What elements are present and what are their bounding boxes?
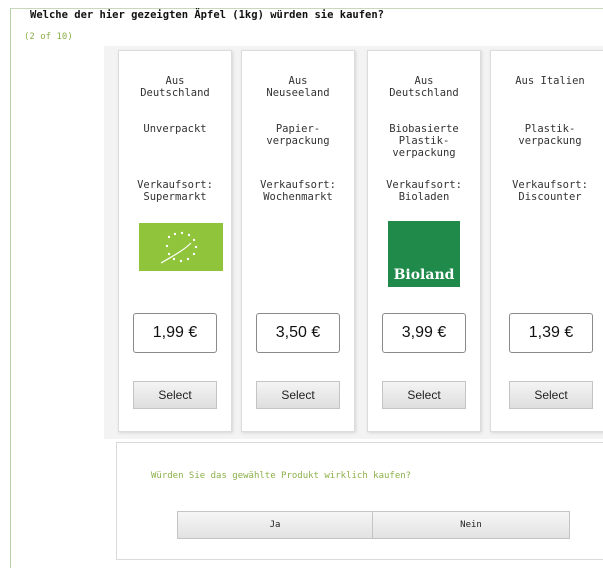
price-box: 3,50 €: [256, 313, 340, 353]
select-button[interactable]: Select: [382, 381, 466, 409]
origin-line: Aus: [414, 75, 434, 87]
location-text: Verkaufsort: Supermarkt: [119, 179, 231, 203]
location-text: Verkaufsort: Discounter: [491, 179, 603, 203]
origin-line: Aus: [165, 75, 185, 87]
product-cards-area: Aus Deutschland Unverpackt Verkaufsort: …: [104, 46, 603, 439]
select-button[interactable]: Select: [256, 381, 340, 409]
location-line: Wochenmarkt: [263, 191, 333, 203]
price-box: 1,99 €: [133, 313, 217, 353]
followup-panel: Würden Sie das gewählte Produkt wirklich…: [116, 442, 603, 560]
origin-text: Aus Italien: [491, 75, 603, 87]
location-line: Verkaufsort:: [512, 179, 588, 191]
price-box: 3,99 €: [382, 313, 466, 353]
location-line: Verkaufsort:: [260, 179, 336, 191]
location-line: Verkaufsort:: [386, 179, 462, 191]
packaging-line: verpackung: [392, 147, 456, 159]
packaging-line: Papier-: [275, 123, 321, 135]
product-card-4: Aus Italien Plastik- verpackung Verkaufs…: [490, 50, 603, 432]
location-text: Verkaufsort: Bioladen: [368, 179, 480, 203]
location-text: Verkaufsort: Wochenmarkt: [242, 179, 354, 203]
packaging-line: Plastik-: [524, 123, 576, 135]
no-button[interactable]: Nein: [372, 511, 570, 539]
location-line: Verkaufsort:: [137, 179, 213, 191]
product-card-3: Aus Deutschland Biobasierte Plastik- ver…: [367, 50, 481, 432]
origin-text: Aus Deutschland: [119, 75, 231, 99]
eu-organic-leaf-logo: [139, 223, 223, 271]
product-card-1: Aus Deutschland Unverpackt Verkaufsort: …: [118, 50, 232, 432]
packaging-line: Unverpackt: [143, 123, 207, 135]
bioland-logo-text: Bioland: [393, 267, 455, 283]
origin-line: Deutschland: [389, 87, 459, 99]
origin-text: Aus Deutschland: [368, 75, 480, 99]
origin-text: Aus Neuseeland: [242, 75, 354, 99]
followup-question: Würden Sie das gewählte Produkt wirklich…: [151, 471, 412, 481]
packaging-text: Papier- verpackung: [242, 123, 354, 147]
packaging-text: Plastik- verpackung: [491, 123, 603, 147]
packaging-line: Biobasierte: [389, 123, 459, 135]
location-line: Bioladen: [398, 191, 450, 203]
origin-line: Aus: [288, 75, 308, 87]
packaging-line: Plastik-: [398, 135, 450, 147]
bioland-logo: Bioland: [388, 221, 460, 287]
packaging-text: Unverpackt: [119, 123, 231, 135]
packaging-line: verpackung: [518, 135, 582, 147]
select-button[interactable]: Select: [133, 381, 217, 409]
packaging-line: verpackung: [266, 135, 330, 147]
origin-line: Aus Italien: [515, 75, 585, 87]
origin-line: Deutschland: [140, 87, 210, 99]
packaging-text: Biobasierte Plastik- verpackung: [368, 123, 480, 159]
price-box: 1,39 €: [509, 313, 593, 353]
question-title: Welche der hier gezeigten Äpfel (1kg) wü…: [30, 9, 385, 21]
location-line: Supermarkt: [143, 191, 207, 203]
progress-indicator: (2 of 10): [24, 32, 73, 42]
origin-line: Neuseeland: [266, 87, 330, 99]
product-card-2: Aus Neuseeland Papier- verpackung Verkau…: [241, 50, 355, 432]
yes-button[interactable]: Ja: [177, 511, 373, 539]
select-button[interactable]: Select: [509, 381, 593, 409]
location-line: Discounter: [518, 191, 582, 203]
